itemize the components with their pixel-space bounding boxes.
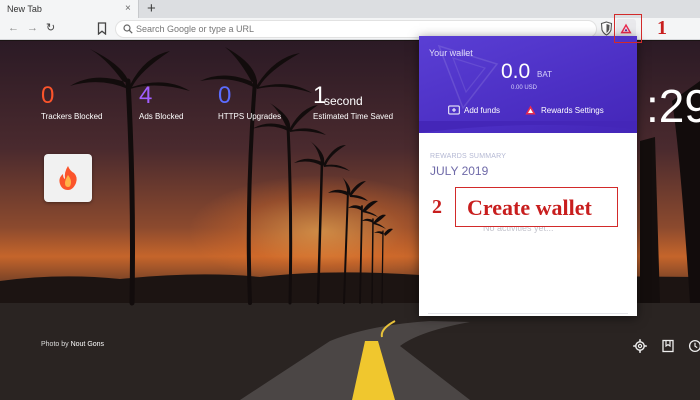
rewards-summary-month: JULY 2019 <box>430 164 489 178</box>
photo-credit-prefix: Photo by <box>41 341 69 348</box>
time-saved-label: Estimated Time Saved <box>313 112 394 121</box>
trackers-blocked-count: 0 <box>41 82 55 109</box>
search-icon <box>123 24 133 34</box>
brave-logo-icon <box>59 166 77 190</box>
wallet-usd-value: 0.00 USD <box>511 85 538 91</box>
wallet-header: Your wallet 0.0 BAT 0.00 USD Add funds R… <box>419 36 637 133</box>
brave-shields-icon[interactable] <box>600 21 613 36</box>
new-tab-button[interactable]: + <box>147 1 156 16</box>
bookmarks-icon[interactable] <box>661 339 675 353</box>
create-wallet-label: Create wallet <box>467 195 592 220</box>
photo-credit: Photo by Nout Gons <box>41 341 104 348</box>
forward-button[interactable]: → <box>27 22 38 35</box>
rewards-panel: Your wallet 0.0 BAT 0.00 USD Add funds R… <box>419 36 637 316</box>
rewards-summary-label: REWARDS SUMMARY <box>430 153 507 160</box>
trackers-blocked-label: Trackers Blocked <box>41 112 103 121</box>
add-funds-label: Add funds <box>464 106 501 115</box>
wallet-title: Your wallet <box>429 48 473 58</box>
history-icon[interactable] <box>688 339 700 353</box>
bookmark-icon[interactable] <box>97 22 107 35</box>
back-button[interactable]: ← <box>8 22 19 35</box>
photo-credit-author[interactable]: Nout Gons <box>71 341 104 348</box>
clock: :29 <box>646 80 700 132</box>
ads-blocked-label: Ads Blocked <box>139 112 184 121</box>
https-upgrades-label: HTTPS Upgrades <box>218 112 282 121</box>
reload-button[interactable]: ↻ <box>46 22 55 35</box>
address-input[interactable] <box>136 22 586 36</box>
wallet-currency: BAT <box>537 70 552 79</box>
wallet-balance: 0.0 <box>501 60 531 83</box>
rewards-settings-label: Rewards Settings <box>541 106 604 115</box>
close-tab-icon[interactable]: × <box>125 3 131 14</box>
divider <box>428 313 628 314</box>
settings-gear-icon[interactable] <box>633 339 647 353</box>
top-site-tile[interactable] <box>44 154 92 202</box>
wallet-add-icon <box>448 105 460 115</box>
bat-logo-icon <box>525 105 536 115</box>
time-saved-unit: second <box>324 94 363 108</box>
header-curve <box>419 121 637 133</box>
tab-strip: New Tab × + <box>0 0 700 18</box>
annotation-step-1: 1 <box>657 17 667 39</box>
ads-blocked-count: 4 <box>139 82 153 109</box>
annotation-highlight-rewards <box>614 14 642 43</box>
create-wallet-button[interactable]: Create wallet <box>455 187 618 227</box>
annotation-step-2: 2 <box>432 196 442 218</box>
tab-new-tab[interactable]: New Tab × <box>0 0 139 18</box>
https-upgrades-count: 0 <box>218 82 232 109</box>
tab-title: New Tab <box>7 4 42 14</box>
